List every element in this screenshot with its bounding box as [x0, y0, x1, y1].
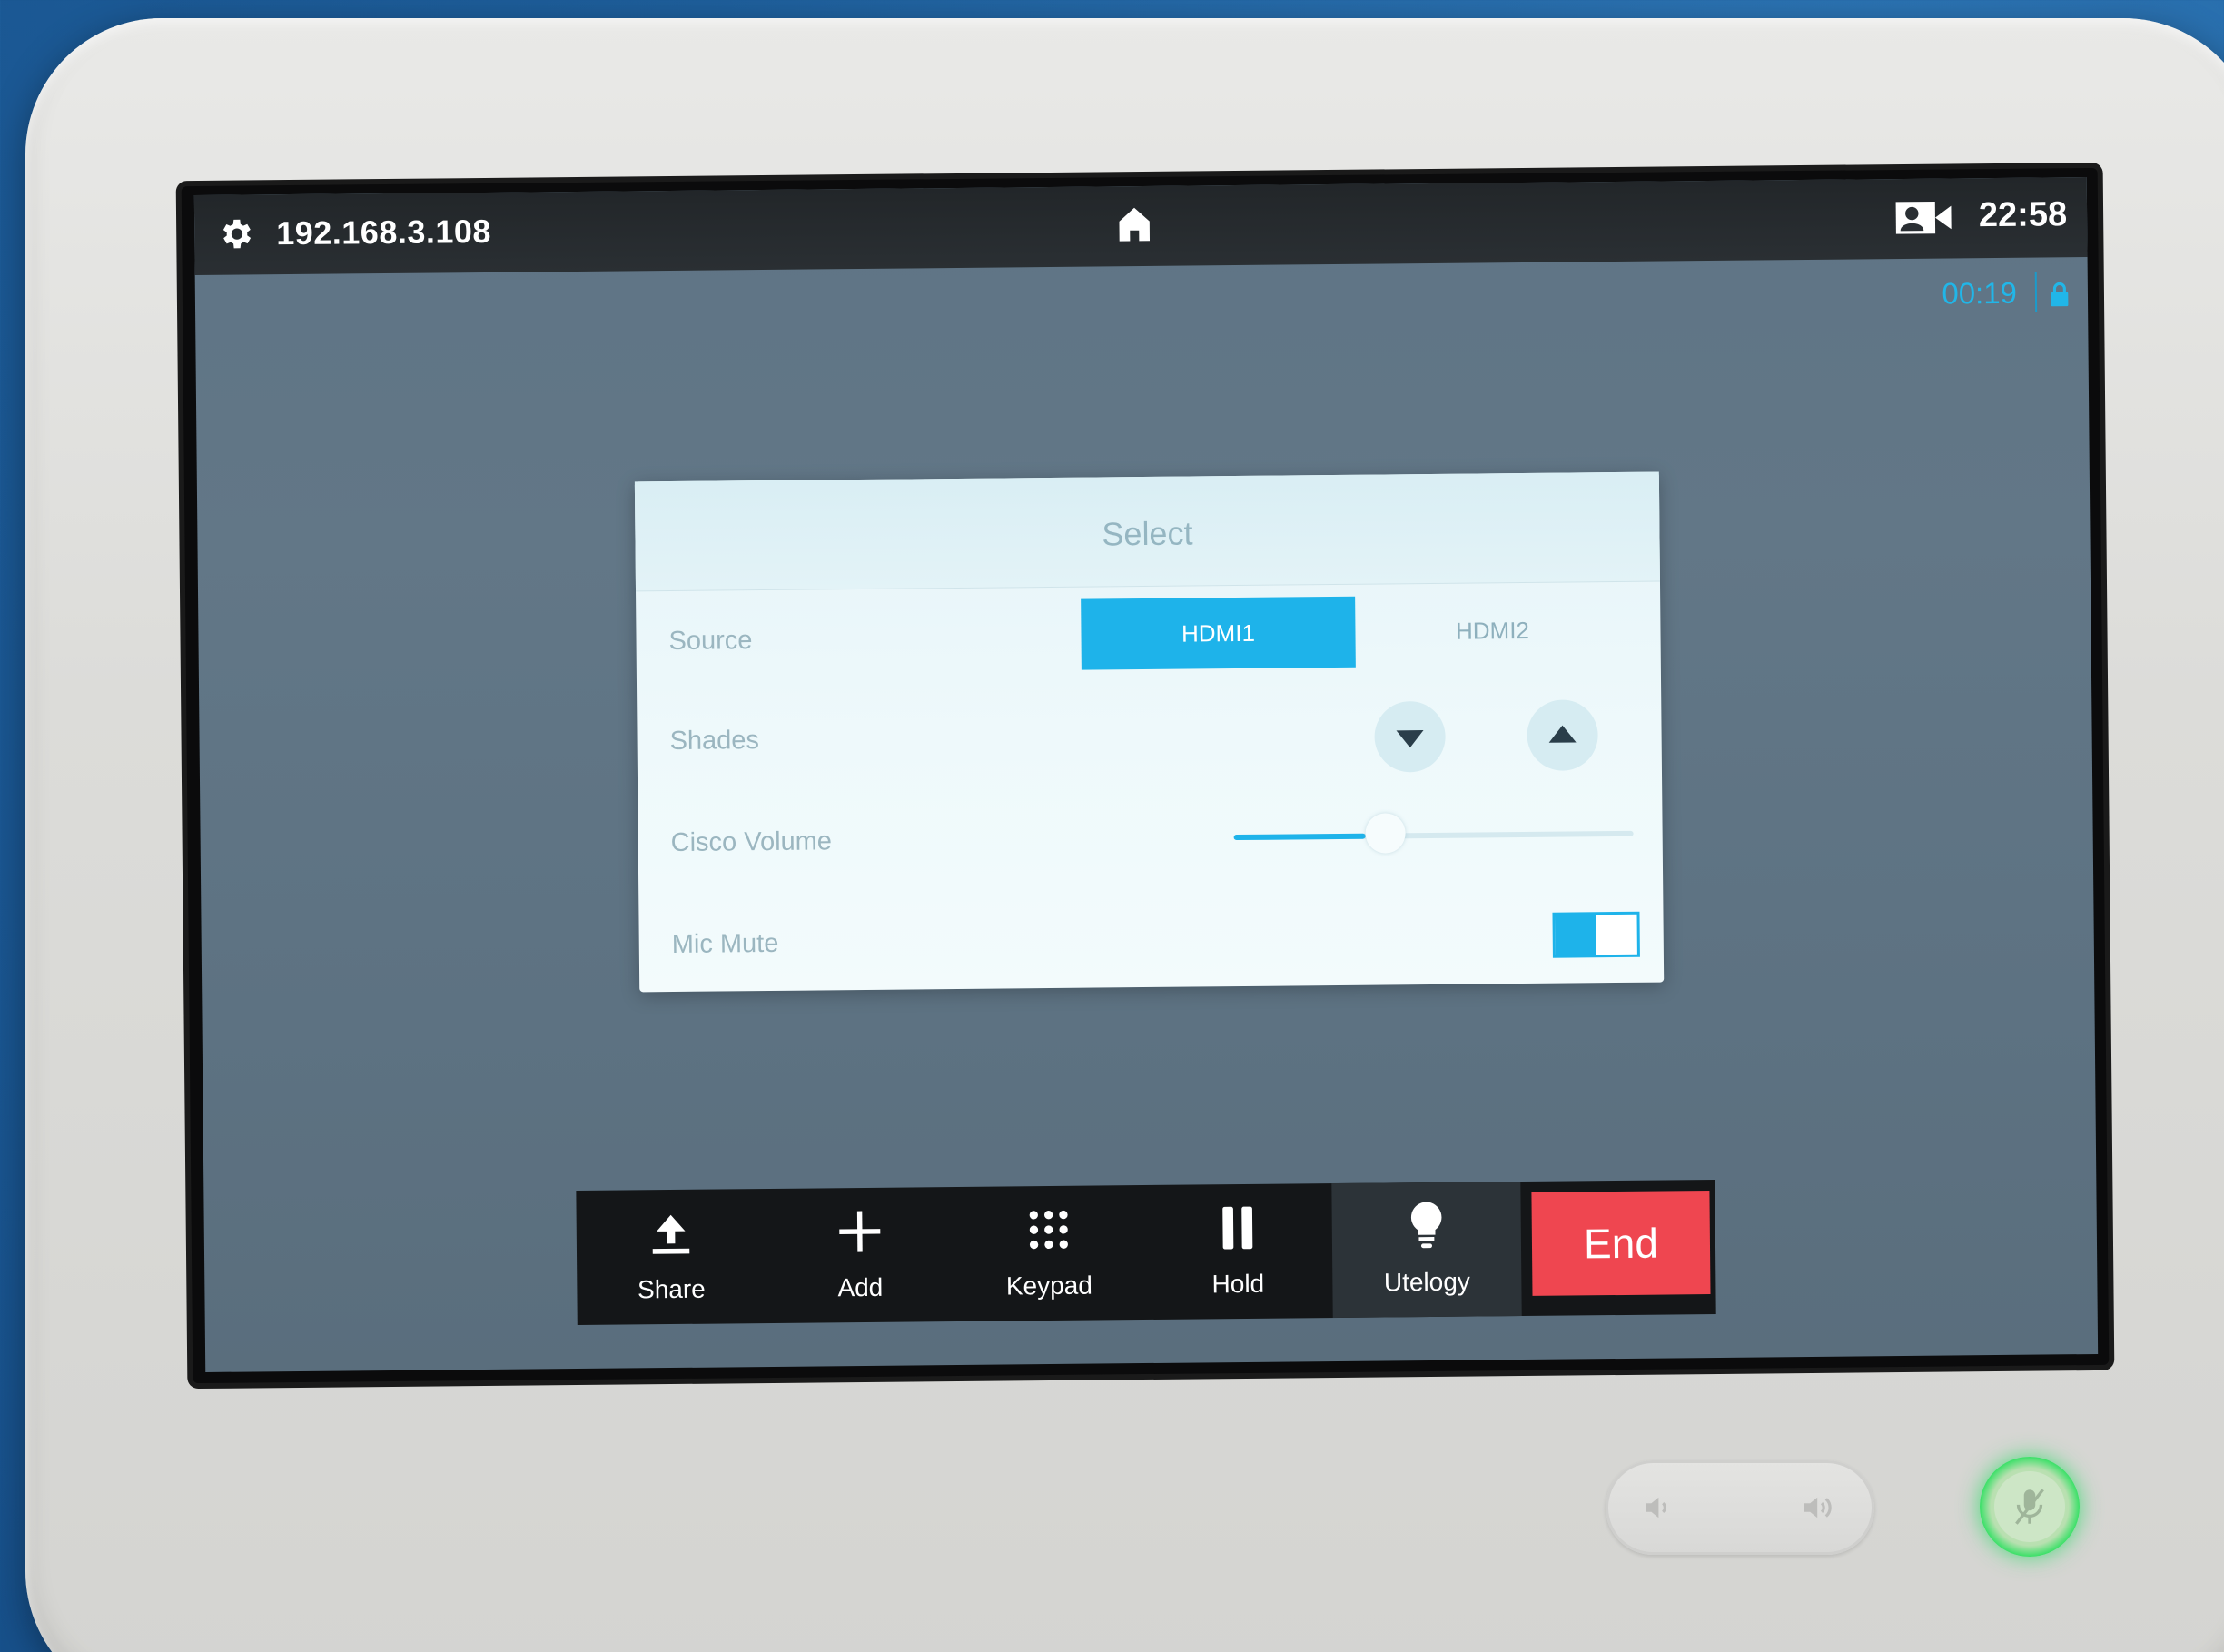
- share-label: Share: [637, 1274, 706, 1304]
- hold-label: Hold: [1211, 1269, 1265, 1299]
- microphone-icon-backdrop: [1994, 1471, 2065, 1542]
- volume-up-icon[interactable]: [1800, 1493, 1843, 1522]
- gear-icon[interactable]: [216, 214, 254, 252]
- shades-label: Shades: [669, 726, 760, 757]
- device-ip-address: 192.168.3.108: [276, 212, 492, 252]
- source-label: Source: [668, 626, 753, 657]
- keypad-icon: [1029, 1210, 1068, 1250]
- panel-title: Select: [1102, 514, 1193, 553]
- microphone-muted-icon: [2015, 1489, 2044, 1525]
- volume-down-icon[interactable]: [1642, 1493, 1678, 1522]
- mic-mute-label: Mic Mute: [671, 928, 779, 960]
- end-call-button[interactable]: End: [1531, 1191, 1711, 1296]
- utelogy-button[interactable]: Utelogy: [1331, 1182, 1522, 1319]
- add-label: Add: [837, 1272, 884, 1302]
- touch-screen: 192.168.3.108 22:58 00:19 Select Source: [181, 167, 2110, 1384]
- keypad-label: Keypad: [1005, 1271, 1093, 1301]
- plus-icon: [839, 1211, 881, 1252]
- volume-slider[interactable]: [1233, 813, 1634, 854]
- panel-header: Select: [634, 471, 1660, 592]
- status-bar: 192.168.3.108 22:58: [193, 177, 2088, 276]
- divider: [2034, 272, 2038, 312]
- utelogy-label: Utelogy: [1383, 1267, 1470, 1297]
- source-option-hdmi1[interactable]: HDMI1: [1081, 596, 1356, 670]
- keypad-button[interactable]: Keypad: [954, 1185, 1143, 1321]
- hardware-volume-rocker[interactable]: [1606, 1460, 1874, 1555]
- call-duration: 00:19: [1942, 275, 2018, 311]
- lightbulb-icon: [1410, 1202, 1442, 1249]
- camera-icon[interactable]: [1894, 198, 1952, 237]
- mic-mute-toggle[interactable]: [1552, 911, 1640, 958]
- volume-slider-fill: [1233, 833, 1366, 841]
- hold-button[interactable]: Hold: [1142, 1183, 1332, 1320]
- home-icon[interactable]: [1116, 204, 1152, 244]
- lock-icon: [2051, 282, 2069, 307]
- volume-label: Cisco Volume: [670, 826, 833, 858]
- toggle-on-indicator: [1555, 915, 1596, 955]
- source-option-hdmi2[interactable]: HDMI2: [1355, 594, 1630, 668]
- shades-down-button[interactable]: [1374, 700, 1446, 773]
- select-panel: Select Source HDMI1 HDMI2 Shades Cisco V…: [634, 471, 1665, 993]
- hardware-mic-mute-button[interactable]: [1980, 1457, 2080, 1557]
- add-button[interactable]: Add: [765, 1187, 954, 1323]
- display-area: 192.168.3.108 22:58 00:19 Select Source: [193, 177, 2099, 1372]
- call-control-bar: Share Add Keypad Hold Utelogy End: [576, 1179, 1716, 1326]
- share-button[interactable]: Share: [576, 1189, 766, 1325]
- arrow-down-icon: [1396, 730, 1424, 748]
- volume-slider-thumb[interactable]: [1365, 813, 1407, 854]
- share-upload-icon: [652, 1214, 690, 1254]
- shades-up-button[interactable]: [1527, 699, 1598, 771]
- pause-icon: [1222, 1206, 1253, 1250]
- arrow-up-icon: [1548, 725, 1577, 743]
- clock: 22:58: [1978, 195, 2068, 235]
